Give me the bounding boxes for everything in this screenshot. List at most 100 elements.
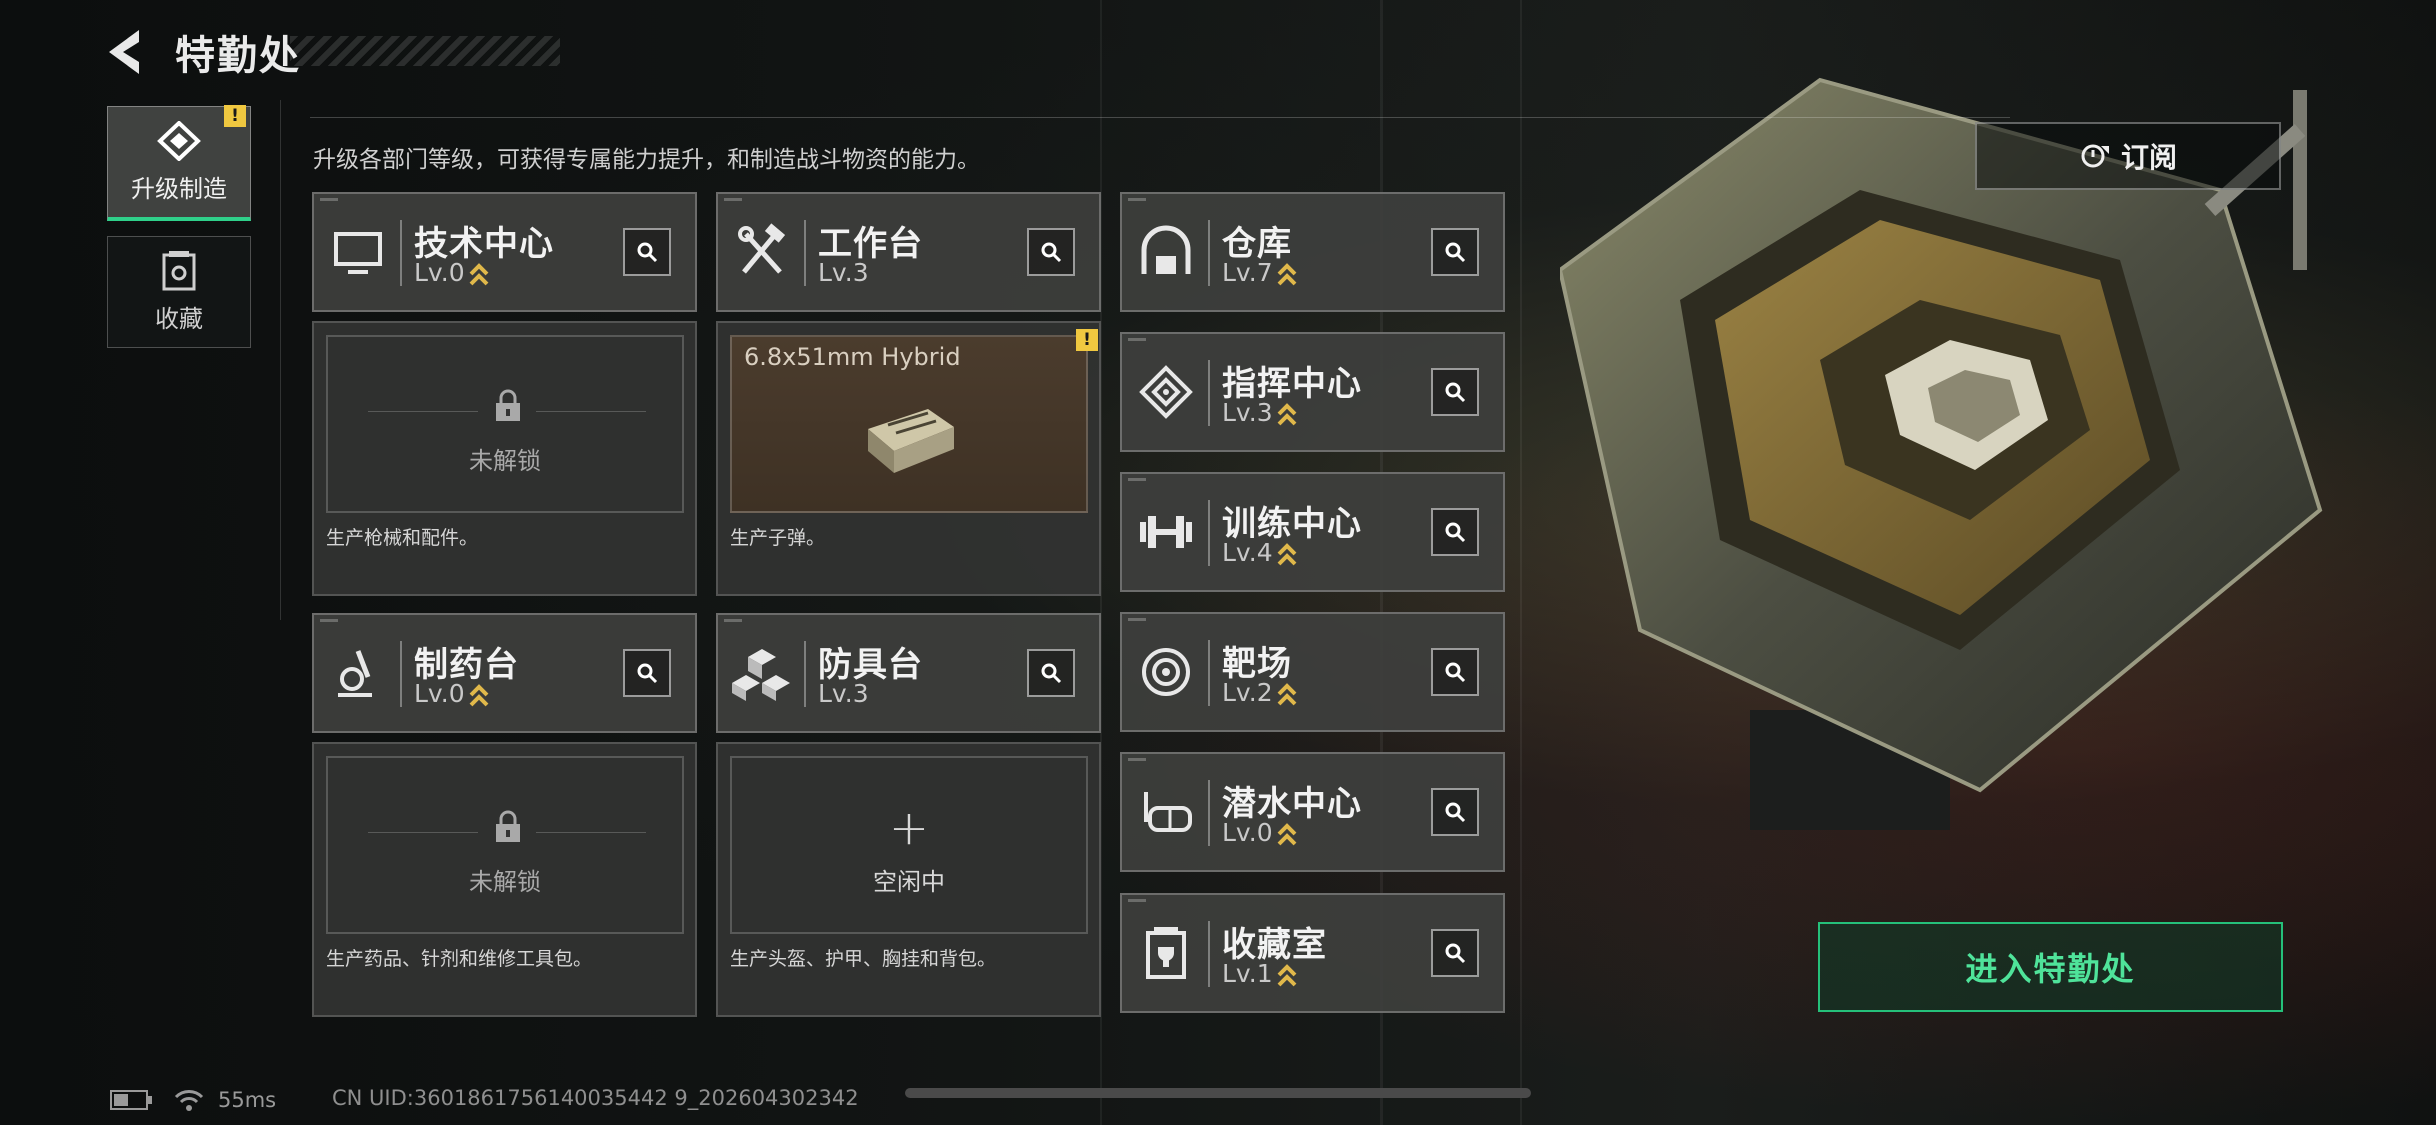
nav-label: 升级制造	[131, 174, 227, 203]
department-level: Lv.3	[818, 679, 869, 708]
department-level: Lv.4	[1222, 538, 1297, 567]
department-card-training-center[interactable]: 训练中心 Lv.4	[1120, 472, 1505, 592]
search-icon	[1041, 242, 1062, 263]
separator	[1208, 640, 1210, 706]
divider	[368, 832, 478, 833]
divider	[368, 411, 478, 412]
department-level: Lv.0	[414, 679, 489, 708]
department-card-collection-room[interactable]: 收藏室 Lv.1	[1120, 893, 1505, 1013]
search-button[interactable]	[1431, 508, 1479, 556]
level-text: Lv.7	[1222, 258, 1273, 287]
card-corner	[1128, 758, 1146, 761]
search-button[interactable]	[1027, 228, 1075, 276]
search-icon	[1445, 943, 1466, 964]
search-icon	[1445, 802, 1466, 823]
cubes-icon	[732, 649, 790, 701]
wifi-icon	[174, 1090, 204, 1111]
department-card-shooting-range[interactable]: 靶场 Lv.2	[1120, 612, 1505, 732]
nav-upgrade-craft[interactable]: 升级制造 !	[107, 105, 251, 221]
separator	[400, 220, 402, 286]
separator	[1208, 780, 1210, 846]
production-slot-crafting[interactable]: 6.8x51mm Hybrid	[730, 335, 1088, 513]
department-card-diving-center[interactable]: 潜水中心 Lv.0	[1120, 752, 1505, 872]
level-text: Lv.0	[1222, 818, 1273, 847]
upgrade-available-icon	[1277, 964, 1297, 987]
search-icon	[1445, 522, 1466, 543]
search-button[interactable]	[1431, 648, 1479, 696]
command-diamond-icon	[1139, 365, 1193, 419]
home-indicator[interactable]	[905, 1088, 1531, 1098]
card-corner	[1128, 618, 1146, 621]
separator	[1208, 360, 1210, 426]
diving-mask-icon	[1144, 792, 1192, 832]
production-slot-idle[interactable]: + 空闲中	[730, 756, 1088, 934]
production-description: 生产子弹。	[730, 527, 826, 549]
search-button[interactable]	[1431, 929, 1479, 977]
locked-text: 未解锁	[469, 868, 541, 896]
search-icon	[1445, 382, 1466, 403]
department-level: Lv.2	[1222, 678, 1297, 707]
upgrade-available-icon	[1277, 543, 1297, 566]
separator	[1208, 500, 1210, 566]
search-icon	[1445, 662, 1466, 683]
trophy-cabinet-icon	[1146, 927, 1186, 979]
separator	[1208, 220, 1210, 286]
card-corner	[724, 198, 742, 201]
search-button[interactable]	[1431, 368, 1479, 416]
level-text: Lv.2	[1222, 678, 1273, 707]
production-slot-locked: 未解锁	[326, 335, 684, 513]
warehouse-icon	[1141, 225, 1191, 274]
production-slot-locked: 未解锁	[326, 756, 684, 934]
department-level: Lv.1	[1222, 959, 1297, 988]
upgrade-available-icon	[1277, 683, 1297, 706]
department-level: Lv.0	[1222, 818, 1297, 847]
monitor-icon	[334, 232, 382, 274]
alert-badge: !	[224, 105, 246, 127]
upgrade-available-icon	[469, 684, 489, 707]
divider	[536, 832, 646, 833]
department-level: Lv.3	[818, 258, 869, 287]
enter-special-ops-button[interactable]: 进入特勤处	[1818, 922, 2283, 1012]
microscope-icon	[338, 650, 372, 697]
enter-label: 进入特勤处	[1965, 950, 2136, 988]
user-uid: CN UID:3601861756140035442 9_20260430234…	[332, 1086, 859, 1110]
nav-collection[interactable]: 收藏	[107, 236, 251, 348]
department-card-command-center[interactable]: 指挥中心 Lv.3	[1120, 332, 1505, 452]
hammer-wrench-icon	[738, 223, 786, 274]
production-panel-tech-center: 未解锁 生产枪械和配件。	[312, 321, 697, 596]
search-button[interactable]	[1027, 649, 1075, 697]
upgrade-available-icon	[1277, 823, 1297, 846]
bg-line	[1520, 0, 1522, 1125]
department-card-armor-bench[interactable]: 防具台 Lv.3	[716, 613, 1101, 733]
divider	[280, 100, 281, 620]
nav-label: 收藏	[155, 304, 203, 333]
department-card-pharmacy[interactable]: 制药台 Lv.0	[312, 613, 697, 733]
level-text: Lv.3	[1222, 398, 1273, 427]
divider	[310, 117, 2010, 118]
production-panel-workbench: 6.8x51mm Hybrid ! 生产子弹。	[716, 321, 1101, 596]
back-button[interactable]	[105, 28, 145, 76]
title-decoration	[290, 36, 560, 66]
subscribe-icon	[2081, 144, 2109, 168]
separator	[1208, 921, 1210, 987]
crafting-item-name: 6.8x51mm Hybrid	[744, 343, 961, 371]
department-card-workbench[interactable]: 工作台 Lv.3	[716, 192, 1101, 312]
separator	[804, 220, 806, 286]
subscribe-button[interactable]: 订阅	[1975, 122, 2281, 190]
page-description: 升级各部门等级，可获得专属能力提升，和制造战斗物资的能力。	[313, 147, 980, 173]
card-corner	[724, 619, 742, 622]
production-panel-pharmacy: 未解锁 生产药品、针剂和维修工具包。	[312, 742, 697, 1017]
card-corner	[320, 198, 338, 201]
department-card-tech-center[interactable]: 技术中心 Lv.0	[312, 192, 697, 312]
search-icon	[637, 242, 658, 263]
card-corner	[1128, 198, 1146, 201]
search-button[interactable]	[1431, 228, 1479, 276]
production-description: 生产头盔、护甲、胸挂和背包。	[730, 948, 997, 970]
battery-icon	[110, 1090, 152, 1110]
search-button[interactable]	[1431, 788, 1479, 836]
card-corner	[320, 619, 338, 622]
search-button[interactable]	[623, 649, 671, 697]
department-card-warehouse[interactable]: 仓库 Lv.7	[1120, 192, 1505, 312]
search-button[interactable]	[623, 228, 671, 276]
upgrade-available-icon	[1277, 263, 1297, 286]
